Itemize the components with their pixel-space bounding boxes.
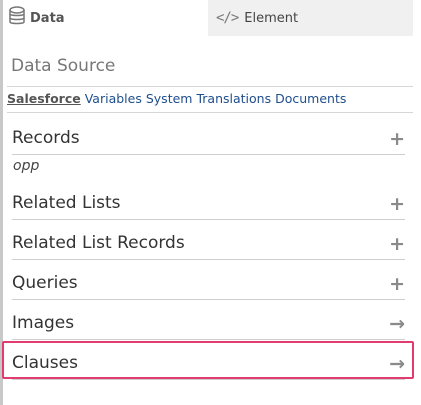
divider bbox=[12, 154, 405, 155]
section-queries[interactable]: Queries + bbox=[12, 273, 408, 300]
code-icon: </> bbox=[216, 10, 239, 26]
tab-data[interactable]: Data bbox=[3, 0, 208, 36]
divider bbox=[12, 299, 405, 300]
section-images[interactable]: Images → bbox=[12, 313, 408, 340]
divider bbox=[7, 112, 413, 113]
section-related-list-records-label: Related List Records bbox=[12, 233, 185, 253]
divider bbox=[12, 219, 405, 220]
data-source-title: Data Source bbox=[11, 56, 116, 76]
divider bbox=[12, 339, 405, 340]
tab-element-label: Element bbox=[244, 10, 299, 26]
panel-tabs: Data </> Element bbox=[3, 0, 413, 36]
divider bbox=[7, 86, 413, 87]
subnav-system[interactable]: System bbox=[146, 91, 193, 106]
arrow-right-icon[interactable]: → bbox=[389, 314, 405, 334]
section-images-label: Images bbox=[12, 313, 75, 333]
clauses-highlight-box bbox=[2, 341, 414, 379]
database-icon bbox=[8, 6, 26, 30]
data-source-subnav: Salesforce Variables System Translations… bbox=[7, 91, 346, 106]
record-item-opp[interactable]: opp bbox=[13, 158, 39, 174]
section-records-label: Records bbox=[12, 128, 80, 148]
add-records-button[interactable]: + bbox=[389, 129, 405, 149]
add-queries-button[interactable]: + bbox=[389, 274, 405, 294]
tab-element[interactable]: </> Element bbox=[208, 0, 413, 36]
section-related-lists-label: Related Lists bbox=[12, 193, 121, 213]
section-related-lists[interactable]: Related Lists + bbox=[12, 193, 408, 220]
subnav-salesforce[interactable]: Salesforce bbox=[7, 91, 81, 106]
add-related-list-records-button[interactable]: + bbox=[389, 234, 405, 254]
section-queries-label: Queries bbox=[12, 273, 78, 293]
section-records[interactable]: Records + bbox=[12, 128, 408, 155]
divider bbox=[12, 379, 405, 380]
subnav-variables[interactable]: Variables bbox=[85, 91, 142, 106]
tab-data-label: Data bbox=[30, 10, 65, 26]
add-related-lists-button[interactable]: + bbox=[389, 194, 405, 214]
subnav-documents[interactable]: Documents bbox=[275, 91, 346, 106]
subnav-translations[interactable]: Translations bbox=[196, 91, 271, 106]
section-related-list-records[interactable]: Related List Records + bbox=[12, 233, 408, 260]
divider bbox=[12, 259, 405, 260]
